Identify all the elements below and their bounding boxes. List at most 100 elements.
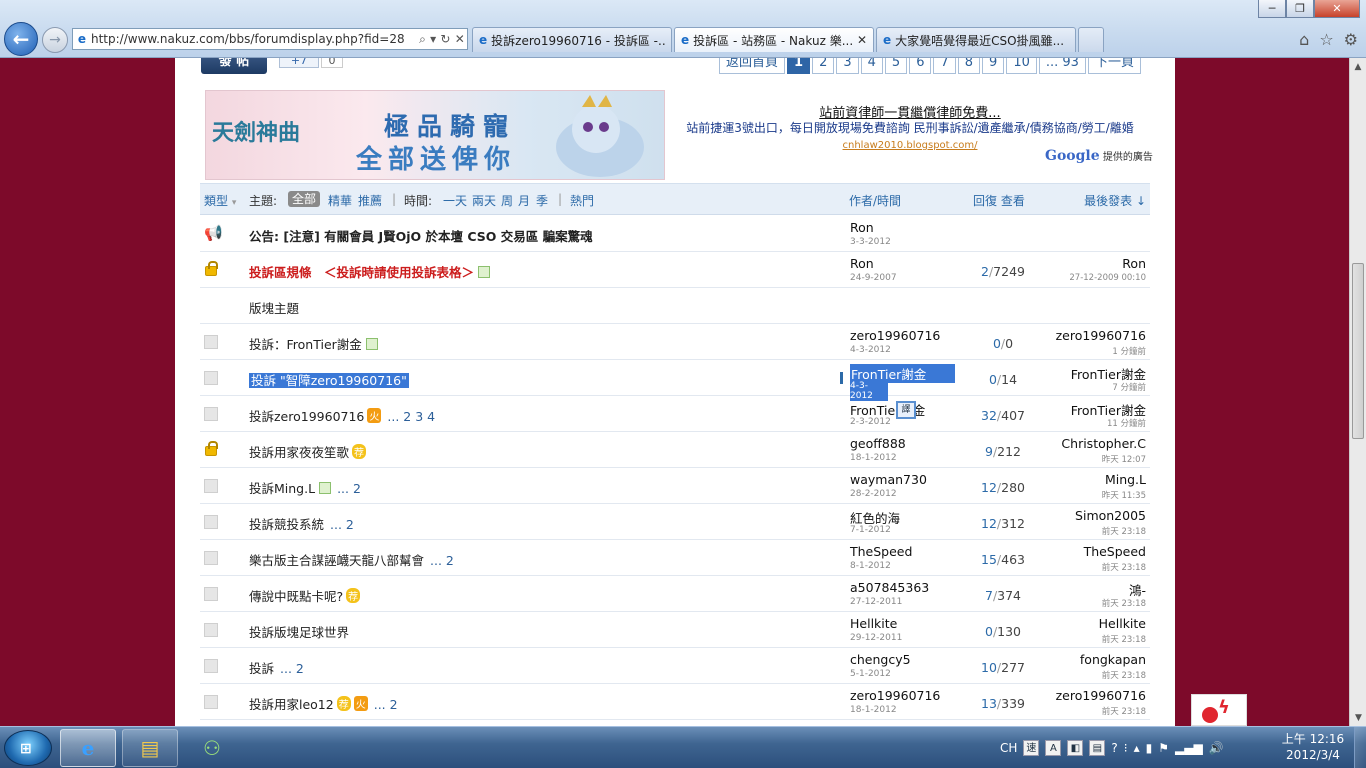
- table-row[interactable]: 投訴：FronTier謝金 zero19960716 4-3-2012 0/0 …: [200, 324, 1150, 360]
- thread-title[interactable]: 傳說中既點卡呢? 荐: [249, 586, 361, 605]
- tray-expand-icon[interactable]: ▴: [1134, 741, 1140, 755]
- last-post-time[interactable]: 27-12-2009 00:10: [1069, 273, 1146, 283]
- minimize-button[interactable]: ─: [1258, 0, 1286, 18]
- pager-page[interactable]: 8: [957, 58, 981, 74]
- thread-pages[interactable]: ... 2: [330, 517, 354, 532]
- address-url[interactable]: http://www.nakuz.com/bbs/forumdisplay.ph…: [91, 32, 417, 46]
- last-poster[interactable]: Christopher.C: [1061, 436, 1146, 451]
- filter-month[interactable]: 月: [518, 192, 530, 209]
- thread-title[interactable]: 投訴用家leo12 荐火... 2: [249, 694, 398, 713]
- last-post-time[interactable]: 前天 23:18: [1102, 669, 1146, 681]
- pager-page[interactable]: 4: [860, 58, 883, 74]
- pager-next[interactable]: 下一頁: [1087, 58, 1141, 74]
- help-icon[interactable]: ?: [1111, 741, 1117, 755]
- pager-page[interactable]: 9: [982, 58, 1005, 74]
- browser-tab-active[interactable]: e 投訴區 - 站務區 - Nakuz 樂... ✕: [674, 27, 874, 52]
- pager-page[interactable]: 10: [1006, 58, 1037, 74]
- pager-page[interactable]: 6: [909, 58, 932, 74]
- table-row[interactable]: 投訴... 2 chengcy5 5-1-2012 10/277 fongkap…: [200, 648, 1150, 684]
- last-post-time[interactable]: 1 分鐘前: [1112, 345, 1146, 357]
- thread-author[interactable]: chengcy5: [850, 652, 911, 667]
- thread-title[interactable]: 公告: [注意] 有關會員 J賢OjO 於本壇 CSO 交易區 騙案驚魂: [249, 226, 593, 245]
- filter-week[interactable]: 周: [501, 192, 513, 209]
- pager-page[interactable]: 2: [812, 58, 835, 74]
- close-window-button[interactable]: ✕: [1314, 0, 1360, 18]
- thread-author[interactable]: zero19960716: [850, 328, 940, 343]
- col-author-time[interactable]: 作者/時間: [849, 192, 901, 209]
- forward-arrow-icon[interactable]: →: [42, 27, 68, 53]
- last-post-time[interactable]: 11 分鐘前: [1107, 417, 1146, 429]
- dropdown-icon[interactable]: ▾: [430, 32, 436, 47]
- back-arrow-icon[interactable]: ←: [4, 22, 38, 56]
- language-indicator[interactable]: CH: [1000, 741, 1017, 755]
- thread-pages[interactable]: ... 2: [430, 553, 454, 568]
- translate-icon[interactable]: 譯: [896, 401, 916, 419]
- table-row[interactable]: 投訴 "智障zero19960716" FronTier謝金 4-3-2012 …: [200, 360, 1150, 401]
- last-poster[interactable]: zero19960716: [1056, 688, 1146, 703]
- new-tab-button[interactable]: [1078, 27, 1104, 52]
- last-post-time[interactable]: 昨天 11:35: [1102, 489, 1146, 501]
- last-poster[interactable]: TheSpeed: [1084, 544, 1146, 559]
- thread-pages[interactable]: ... 2: [337, 481, 361, 496]
- table-row[interactable]: 投訴區規條 ＜投訴時請使用投訴表格＞ Ron 24-9-2007 2/7249 …: [200, 252, 1150, 288]
- last-poster[interactable]: Ron: [1122, 256, 1146, 271]
- filter-all[interactable]: 全部: [288, 190, 321, 207]
- taskbar-ie[interactable]: e: [60, 729, 116, 767]
- clock[interactable]: 上午 12:16 2012/3/4: [1278, 731, 1348, 763]
- scroll-thumb[interactable]: [1352, 263, 1364, 439]
- google-ad-title[interactable]: 站前資律師一貫繼償律師免費...: [675, 106, 1145, 121]
- last-post-time[interactable]: 前天 23:18: [1102, 561, 1146, 573]
- scroll-down-icon[interactable]: ▼: [1350, 709, 1366, 726]
- last-poster[interactable]: Hellkite: [1099, 616, 1146, 631]
- last-poster[interactable]: zero19960716: [1056, 328, 1146, 343]
- action-center-icon[interactable]: ⚑: [1158, 741, 1169, 755]
- last-post-time[interactable]: 前天 23:18: [1102, 705, 1146, 717]
- gear-icon[interactable]: ⚙: [1344, 30, 1358, 49]
- table-row[interactable]: 樂古版主合謀誣衊天龍八部幫會... 2 TheSpeed 8-1-2012 15…: [200, 540, 1150, 576]
- ime-pad-icon[interactable]: ▤: [1089, 740, 1106, 756]
- vertical-scrollbar[interactable]: ▲ ▼: [1349, 58, 1366, 726]
- start-button[interactable]: ⊞: [4, 730, 52, 766]
- col-last-post[interactable]: 最後發表 ↓: [1084, 192, 1146, 209]
- refresh-icon[interactable]: ↻: [440, 32, 450, 47]
- thread-author[interactable]: a507845363: [850, 580, 929, 595]
- floating-widget[interactable]: ϟ: [1191, 694, 1247, 726]
- google-text-ad[interactable]: 站前資律師一貫繼償律師免費... 站前捷運3號出口，每日開放現場免費諮詢 民刑事…: [675, 106, 1145, 153]
- thread-title[interactable]: 投訴用家夜夜笙歌荐: [249, 442, 367, 461]
- thread-title[interactable]: 投訴版塊足球世界: [249, 622, 349, 641]
- favorites-star-icon[interactable]: ☆: [1319, 30, 1333, 49]
- maximize-button[interactable]: ❐: [1286, 0, 1314, 18]
- thread-title[interactable]: 投訴區規條 ＜投訴時請使用投訴表格＞: [249, 262, 491, 281]
- ime-mode-icon[interactable]: 速: [1023, 740, 1040, 756]
- plus-one-button[interactable]: +7: [279, 58, 319, 68]
- thread-author[interactable]: geoff888: [850, 436, 906, 451]
- taskbar-explorer[interactable]: ▤: [122, 729, 178, 767]
- filter-hot[interactable]: 熱門: [570, 192, 594, 209]
- pager-page[interactable]: 5: [884, 58, 908, 74]
- table-row[interactable]: 傳說中既點卡呢? 荐 a507845363 27-12-2011 7/374 鴻-…: [200, 576, 1150, 612]
- table-row[interactable]: 投訴版塊足球世界 Hellkite 29-12-2011 0/130 Hellk…: [200, 612, 1150, 648]
- thread-title[interactable]: 樂古版主合謀誣衊天龍八部幫會... 2: [249, 550, 454, 569]
- thread-pages[interactable]: ... 2: [280, 661, 304, 676]
- taskbar-network[interactable]: ⚇: [184, 729, 240, 767]
- thread-title[interactable]: 投訴zero19960716 火... 2 3 4: [249, 406, 435, 425]
- home-icon[interactable]: ⌂: [1299, 30, 1309, 49]
- filter-type[interactable]: 類型 ▾: [204, 192, 236, 209]
- last-post-time[interactable]: 前天 23:18: [1102, 633, 1146, 645]
- tray-options-icon[interactable]: ⁝: [1124, 741, 1128, 755]
- thread-author[interactable]: TheSpeed: [850, 544, 912, 559]
- search-icon[interactable]: ⌕: [419, 32, 426, 47]
- thread-author[interactable]: zero19960716: [850, 688, 940, 703]
- pager-page-last[interactable]: ... 93: [1038, 58, 1086, 74]
- thread-pages[interactable]: ... 2: [374, 697, 398, 712]
- filter-1day[interactable]: 一天: [443, 192, 467, 209]
- scroll-up-icon[interactable]: ▲: [1350, 58, 1366, 75]
- col-reply-view[interactable]: 回復 查看: [973, 192, 1025, 209]
- filter-recommend[interactable]: 推薦: [358, 192, 382, 209]
- thread-author[interactable]: Ron: [850, 220, 874, 235]
- browser-tab[interactable]: e 投訴zero19960716 - 投訴區 -...: [472, 27, 672, 52]
- filter-digest[interactable]: 精華: [328, 192, 352, 209]
- stop-icon[interactable]: ✕: [455, 32, 465, 47]
- browser-tab[interactable]: e 大家覺唔覺得最近CSO掛風雖...: [876, 27, 1076, 52]
- table-row[interactable]: 投訴用家夜夜笙歌荐 geoff888 18-1-2012 9/212 Chris…: [200, 432, 1150, 468]
